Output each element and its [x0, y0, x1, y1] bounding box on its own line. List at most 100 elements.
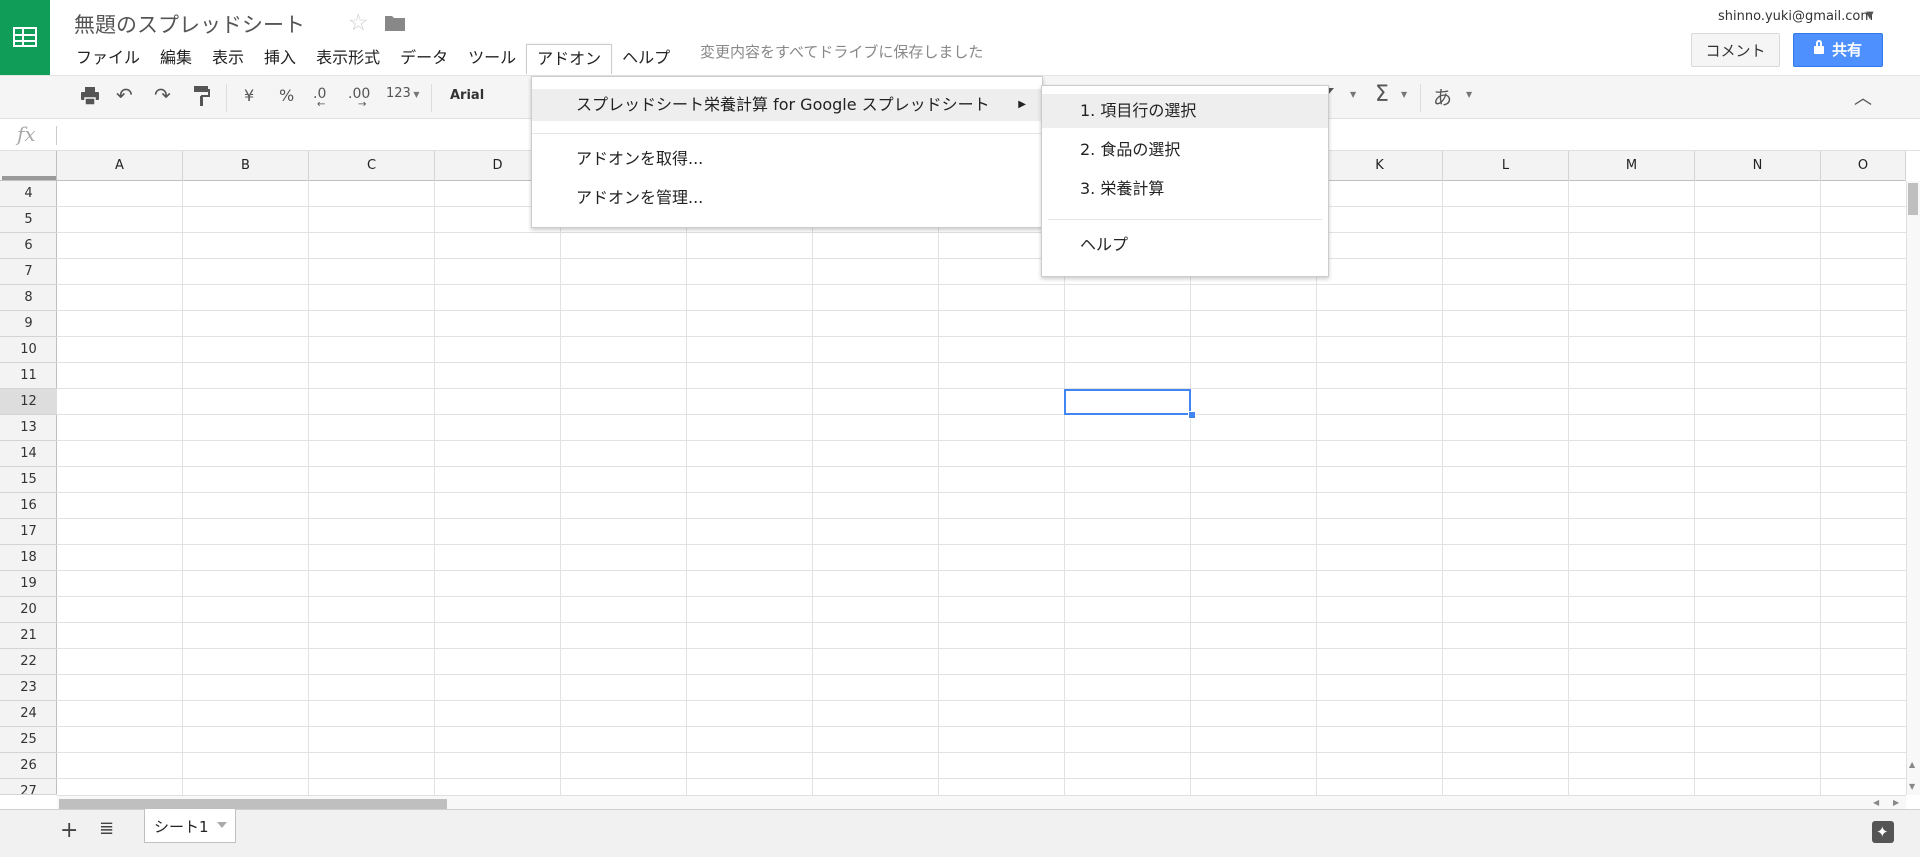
submenu-item-calculate-nutrition[interactable]: 3. 栄養計算: [1042, 172, 1328, 206]
percent-format-button[interactable]: %: [279, 86, 294, 105]
row-header-25[interactable]: 25: [0, 727, 57, 753]
row-header-16[interactable]: 16: [0, 493, 57, 519]
menu-edit[interactable]: 編集: [150, 44, 202, 74]
increase-decimal-button[interactable]: .00 →: [348, 86, 370, 110]
comment-button[interactable]: コメント: [1691, 33, 1780, 67]
submenu-item-select-foods[interactable]: 2. 食品の選択: [1042, 133, 1328, 167]
row-header-17[interactable]: 17: [0, 519, 57, 545]
cell-grid[interactable]: [57, 181, 1906, 795]
row-header-6[interactable]: 6: [0, 233, 57, 259]
fill-handle[interactable]: [1188, 411, 1196, 419]
input-tools-caret-icon[interactable]: ▼: [1466, 90, 1472, 99]
vertical-scroll-thumb[interactable]: [1908, 183, 1918, 215]
add-sheet-button[interactable]: +: [60, 818, 78, 843]
row-header-22[interactable]: 22: [0, 649, 57, 675]
sheet-tab[interactable]: シート1: [144, 809, 236, 843]
horizontal-scroll-thumb[interactable]: [59, 799, 447, 809]
sheet-list-button[interactable]: ≣: [99, 818, 114, 839]
grid-row-line: [57, 752, 1906, 753]
folder-icon[interactable]: [384, 14, 406, 32]
column-header-n[interactable]: N: [1695, 151, 1821, 181]
grid-column-line: [938, 181, 939, 795]
menu-help[interactable]: ヘルプ: [612, 44, 680, 74]
paint-format-icon[interactable]: [194, 86, 210, 106]
input-tools-icon[interactable]: あ: [1433, 83, 1452, 110]
row-header-23[interactable]: 23: [0, 675, 57, 701]
row-header-14[interactable]: 14: [0, 441, 57, 467]
filter-caret-icon[interactable]: ▼: [1350, 90, 1356, 99]
grid-row-line: [57, 414, 1906, 415]
redo-icon[interactable]: ↷: [154, 83, 171, 107]
selected-cell[interactable]: [1064, 389, 1191, 415]
grid-column-line: [812, 181, 813, 795]
explore-icon[interactable]: [1872, 821, 1894, 843]
collapse-toolbar-icon[interactable]: ︿: [1854, 84, 1872, 110]
scroll-down-icon[interactable]: ▼: [1909, 782, 1915, 791]
addons-dropdown-menu: スプレッドシート栄養計算 for Google スプレッドシート ▶ アドオンを…: [531, 76, 1043, 228]
more-formats-button[interactable]: 123 ▼: [386, 86, 420, 101]
row-header-5[interactable]: 5: [0, 207, 57, 233]
grid-column-line: [308, 181, 309, 795]
scroll-right-icon[interactable]: ▶: [1893, 798, 1899, 807]
grid-row-line: [57, 674, 1906, 675]
row-header-13[interactable]: 13: [0, 415, 57, 441]
column-header-c[interactable]: C: [309, 151, 435, 181]
column-header-o[interactable]: O: [1821, 151, 1906, 181]
menu-item-manage-addons[interactable]: アドオンを管理...: [532, 182, 1042, 214]
row-header-8[interactable]: 8: [0, 285, 57, 311]
functions-caret-icon[interactable]: ▼: [1401, 90, 1407, 99]
row-header-26[interactable]: 26: [0, 753, 57, 779]
sheet-tab-caret-icon[interactable]: [217, 822, 227, 828]
row-header-9[interactable]: 9: [0, 311, 57, 337]
menu-addons[interactable]: アドオン: [526, 44, 613, 74]
scroll-up-icon[interactable]: ▲: [1909, 760, 1915, 769]
print-icon[interactable]: [80, 87, 100, 105]
right-arrow-icon: →: [358, 99, 367, 110]
row-header-24[interactable]: 24: [0, 701, 57, 727]
row-header-21[interactable]: 21: [0, 623, 57, 649]
menu-file[interactable]: ファイル: [66, 44, 150, 74]
column-header-b[interactable]: B: [183, 151, 309, 181]
menubar: ファイル 編集 表示 挿入 表示形式 データ ツール アドオン ヘルプ: [66, 44, 680, 74]
column-header-m[interactable]: M: [1569, 151, 1695, 181]
menu-insert[interactable]: 挿入: [254, 44, 306, 74]
menu-item-nutrition-addon[interactable]: スプレッドシート栄養計算 for Google スプレッドシート ▶: [532, 89, 1042, 121]
font-family-select[interactable]: Arial: [450, 88, 484, 103]
submenu-item-select-header-row[interactable]: 1. 項目行の選択: [1042, 94, 1328, 128]
row-header-12[interactable]: 12: [0, 389, 57, 415]
undo-icon[interactable]: ↶: [116, 83, 133, 107]
menu-item-get-addons[interactable]: アドオンを取得...: [532, 143, 1042, 175]
sheets-logo-icon[interactable]: [0, 0, 50, 75]
row-header-19[interactable]: 19: [0, 571, 57, 597]
share-button[interactable]: 共有: [1793, 33, 1883, 67]
column-header-l[interactable]: L: [1443, 151, 1569, 181]
row-header-10[interactable]: 10: [0, 337, 57, 363]
account-email[interactable]: shinno.yuki@gmail.com: [1718, 9, 1873, 24]
select-all-corner[interactable]: [0, 151, 57, 181]
row-header-27[interactable]: 27: [0, 779, 57, 795]
document-title[interactable]: 無題のスプレッドシート: [74, 9, 305, 39]
row-header-20[interactable]: 20: [0, 597, 57, 623]
decrease-decimal-button[interactable]: .0 ←: [313, 86, 326, 110]
scroll-left-icon[interactable]: ◀: [1873, 798, 1879, 807]
left-arrow-icon: ←: [317, 99, 326, 110]
star-icon[interactable]: ☆: [348, 10, 369, 36]
save-status[interactable]: 変更内容をすべてドライブに保存しました: [700, 41, 983, 62]
submenu-item-help[interactable]: ヘルプ: [1042, 228, 1328, 262]
functions-icon[interactable]: Σ: [1375, 82, 1389, 107]
menu-format[interactable]: 表示形式: [306, 44, 390, 74]
row-header-15[interactable]: 15: [0, 467, 57, 493]
menu-view[interactable]: 表示: [202, 44, 254, 74]
row-header-4[interactable]: 4: [0, 181, 57, 207]
vertical-scrollbar[interactable]: [1906, 181, 1920, 795]
row-header-11[interactable]: 11: [0, 363, 57, 389]
column-header-k[interactable]: K: [1317, 151, 1443, 181]
menu-data[interactable]: データ: [390, 44, 458, 74]
row-header-7[interactable]: 7: [0, 259, 57, 285]
row-header-18[interactable]: 18: [0, 545, 57, 571]
account-dropdown-icon[interactable]: ▼: [1866, 10, 1874, 21]
menu-tools[interactable]: ツール: [458, 44, 526, 74]
column-header-a[interactable]: A: [57, 151, 183, 181]
currency-format-button[interactable]: ¥: [244, 86, 254, 105]
grid-row-line: [57, 570, 1906, 571]
